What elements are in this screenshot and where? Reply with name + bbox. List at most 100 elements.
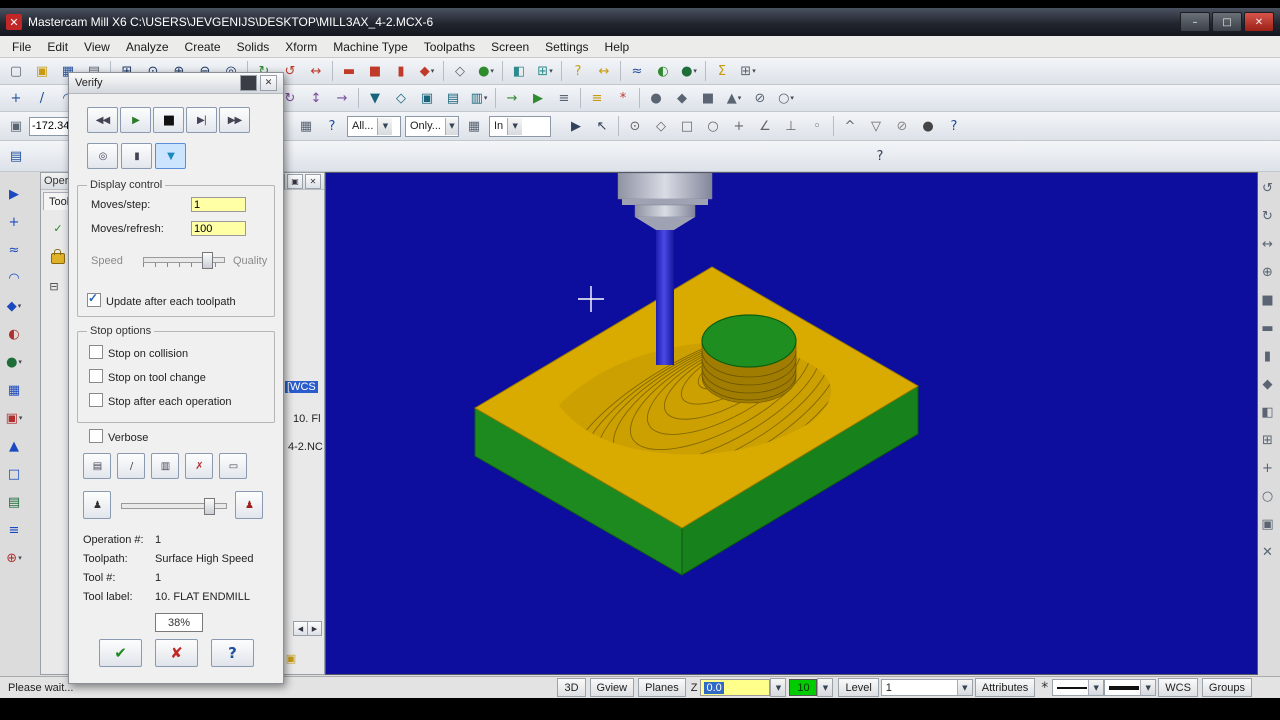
solid-tool-icon[interactable]: ● ▾: [2, 350, 26, 374]
post-process-icon[interactable]: ≡: [552, 86, 576, 110]
pin-button[interactable]: ■: [240, 75, 257, 91]
level-button[interactable]: Level: [838, 678, 879, 697]
surface-finish-icon[interactable]: ▥ ▾: [467, 86, 491, 110]
selection-help-icon[interactable]: ?: [942, 114, 966, 138]
mru-functions-icon[interactable]: ▤: [4, 144, 28, 168]
select-chain-icon[interactable]: ^: [838, 114, 862, 138]
view-top-icon[interactable]: ■: [1256, 288, 1280, 312]
selection-mode-icon[interactable]: ▦: [462, 114, 486, 138]
verify-toolpath-icon[interactable]: ▶: [526, 86, 550, 110]
tree-item-wcs[interactable]: [WCS: [285, 381, 318, 393]
drafting-icon[interactable]: ◆ ▾: [2, 294, 26, 318]
level-combo[interactable]: 1 ▼: [880, 679, 973, 696]
gview-isometric-icon[interactable]: ◆ ▾: [415, 59, 439, 83]
viewport-zoom-icon[interactable]: ⊕: [1256, 260, 1280, 284]
menu-help[interactable]: Help: [597, 37, 638, 57]
create-point-icon[interactable]: +: [4, 86, 28, 110]
menu-edit[interactable]: Edit: [39, 37, 76, 57]
play-button[interactable]: ▶: [120, 107, 151, 133]
plane-select-icon[interactable]: ◧: [507, 59, 531, 83]
verify-dialog-titlebar[interactable]: Verify ■ ✕: [69, 73, 283, 94]
dialog-close-icon[interactable]: ✕: [260, 75, 277, 91]
select-invert-icon[interactable]: ▽: [864, 114, 888, 138]
utility-icon-5[interactable]: ⊘: [748, 86, 772, 110]
snap-tangent-icon[interactable]: ◦: [805, 114, 829, 138]
snap-perpendicular-icon[interactable]: ⊥: [779, 114, 803, 138]
menu-screen[interactable]: Screen: [483, 37, 537, 57]
gear-tool-icon[interactable]: ⊕ ▾: [2, 546, 26, 570]
grid-settings-icon[interactable]: ▦: [294, 114, 318, 138]
pan-icon[interactable]: ↔: [304, 59, 328, 83]
grid-toggle-icon[interactable]: ⊞: [1256, 428, 1280, 452]
text-tool-icon[interactable]: ▲: [2, 434, 26, 458]
bounding-box-icon[interactable]: □: [2, 462, 26, 486]
toolpath-contour-icon[interactable]: ◇: [389, 86, 413, 110]
select-all-combo[interactable]: All... ▼: [347, 115, 401, 137]
gview-button[interactable]: Gview: [589, 678, 635, 697]
maximize-button[interactable]: □: [1212, 12, 1242, 32]
tree-collapse-node[interactable]: ⊟: [45, 277, 63, 295]
rect-tool-icon[interactable]: ▣ ▾: [2, 406, 26, 430]
wcs-icon[interactable]: ⊞ ▾: [533, 59, 557, 83]
axes-toggle-icon[interactable]: +: [1256, 456, 1280, 480]
snap-intersection-icon[interactable]: +: [727, 114, 751, 138]
close-button[interactable]: ✕: [1244, 12, 1274, 32]
scroll-left-button[interactable]: ◀: [293, 621, 308, 636]
utility-icon-1[interactable]: ●: [644, 86, 668, 110]
verbose-checkbox[interactable]: Verbose: [89, 429, 148, 444]
z-dropdown-icon[interactable]: ▼: [770, 678, 787, 697]
analyze-distance-icon[interactable]: ↔: [592, 59, 616, 83]
stop-on-tool-change-checkbox[interactable]: Stop on tool change: [89, 369, 206, 384]
z-depth-field[interactable]: 0.0: [700, 679, 771, 696]
minimize-button[interactable]: –: [1180, 12, 1210, 32]
solid-create-icon[interactable]: ● ▾: [677, 59, 701, 83]
viewport-rotate-y-icon[interactable]: ↻: [1256, 204, 1280, 228]
panel-folder-icon[interactable]: ▣: [282, 649, 300, 667]
shaded-icon[interactable]: ● ▾: [474, 59, 498, 83]
utility-icon-4[interactable]: ▲ ▾: [722, 86, 746, 110]
view-iso-icon[interactable]: ◆: [1256, 372, 1280, 396]
snap-angle-icon[interactable]: ∠: [753, 114, 777, 138]
toolpath-drill-icon[interactable]: ▼: [363, 86, 387, 110]
line-style-combo[interactable]: ▼: [1052, 679, 1105, 696]
open-file-icon[interactable]: ▣: [30, 59, 54, 83]
capture-icon[interactable]: ✕: [1256, 540, 1280, 564]
attributes-button[interactable]: Attributes: [974, 678, 1036, 697]
rewind-button[interactable]: ◀◀: [87, 107, 118, 133]
utility-icon-2[interactable]: ◆: [670, 86, 694, 110]
curve-create-icon[interactable]: ≈: [625, 59, 649, 83]
save-stock-button[interactable]: ▤: [83, 453, 111, 479]
select-window-icon[interactable]: ↖: [590, 114, 614, 138]
gview-side-icon[interactable]: ▮: [389, 59, 413, 83]
point-style-icon[interactable]: *: [1041, 680, 1048, 696]
fast-forward-button[interactable]: ▶▶: [219, 107, 250, 133]
pattern-icon[interactable]: ▤: [2, 490, 26, 514]
menu-analyze[interactable]: Analyze: [118, 37, 177, 57]
general-help-icon[interactable]: ?: [868, 144, 892, 168]
scroll-right-button[interactable]: ▶: [307, 621, 322, 636]
snap-origin-icon[interactable]: ⊙: [623, 114, 647, 138]
moves-refresh-input[interactable]: [191, 221, 246, 236]
light-icon[interactable]: ○: [1256, 484, 1280, 508]
help-button[interactable]: ?: [211, 639, 254, 667]
viewport-pan-icon[interactable]: ↔: [1256, 232, 1280, 256]
backplot-icon[interactable]: →: [500, 86, 524, 110]
new-file-icon[interactable]: ▢: [4, 59, 28, 83]
line-width-combo[interactable]: ▼: [1104, 679, 1157, 696]
curve-tool-icon[interactable]: ≈: [2, 238, 26, 262]
3d-construction-button[interactable]: 3D: [557, 678, 586, 697]
snapshot-button[interactable]: ▭: [219, 453, 247, 479]
camera-icon[interactable]: ▣: [1256, 512, 1280, 536]
surface-rough-icon[interactable]: ▤: [441, 86, 465, 110]
speed-quality-slider[interactable]: [143, 252, 225, 269]
analyze-entity-icon[interactable]: ?: [566, 59, 590, 83]
menu-machine-type[interactable]: Machine Type: [325, 37, 416, 57]
menu-file[interactable]: File: [4, 37, 39, 57]
tree-item-tool[interactable]: 10. Fl: [293, 413, 321, 425]
wcs-button[interactable]: WCS: [1158, 678, 1198, 697]
menu-solids[interactable]: Solids: [229, 37, 278, 57]
gview-select-icon[interactable]: ▣: [4, 114, 28, 138]
stop-on-collision-checkbox[interactable]: Stop on collision: [89, 345, 188, 360]
statistics-button[interactable]: ▥: [151, 453, 179, 479]
snap-endpoint-icon[interactable]: □: [675, 114, 699, 138]
